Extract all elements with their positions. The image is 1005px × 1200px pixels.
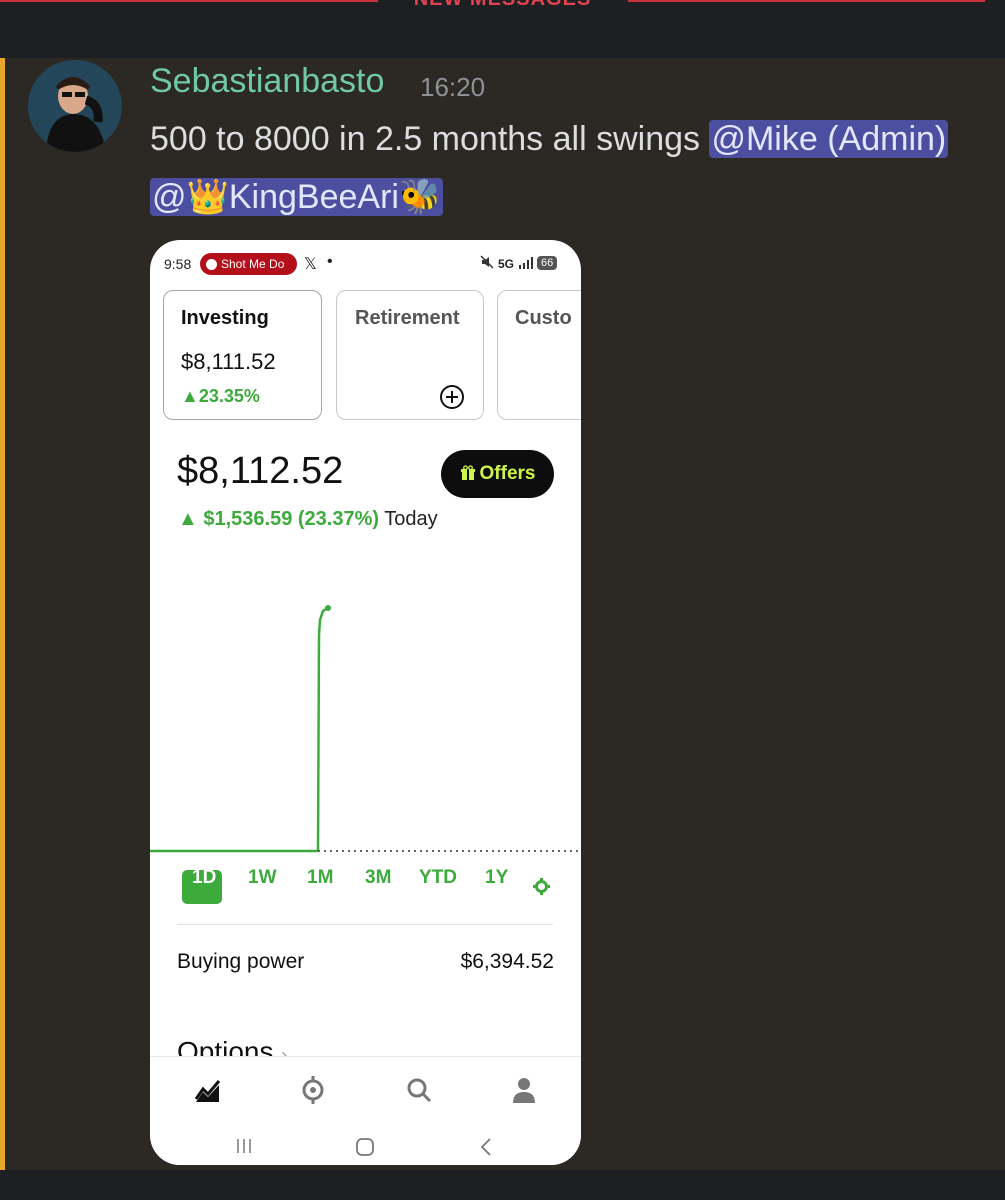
new-messages-banner: NEW MESSAGES xyxy=(0,0,1005,58)
account-card-retirement[interactable]: Retirement xyxy=(336,290,484,420)
status-dot: • xyxy=(327,253,333,270)
portfolio-change: ▲ $1,536.59 (23.37%) Today xyxy=(178,508,438,531)
mention-highlight-bar xyxy=(0,58,5,1170)
back-button-icon[interactable] xyxy=(479,1137,493,1162)
account-card-custodial[interactable]: Custo xyxy=(497,290,581,420)
account-card-title: Retirement xyxy=(355,307,460,329)
mute-icon xyxy=(480,255,494,272)
bottom-strip xyxy=(0,1170,1005,1200)
offers-label: Offers xyxy=(479,463,536,484)
record-icon xyxy=(206,259,217,271)
username[interactable]: Sebastianbasto xyxy=(150,62,384,101)
phone-status-bar: 9:58 Shot Me Do 𝕏 • 5G 66 xyxy=(150,240,581,288)
crypto-icon[interactable] xyxy=(300,1076,326,1109)
message-body: 500 to 8000 in 2.5 months all swings xyxy=(150,120,701,158)
change-period: Today xyxy=(384,508,438,530)
chart-settings-gear-icon[interactable] xyxy=(533,878,550,900)
gift-icon xyxy=(460,452,476,500)
buying-power-value: $6,394.52 xyxy=(460,950,554,973)
battery-indicator: 66 xyxy=(537,256,558,270)
portfolio-value: $8,112.52 xyxy=(177,450,344,492)
status-time: 9:58 xyxy=(164,256,192,272)
offers-button[interactable]: Offers xyxy=(441,450,554,498)
attached-screenshot[interactable]: 9:58 Shot Me Do 𝕏 • 5G 66 Investing $8,1… xyxy=(150,240,581,1165)
account-card-title: Investing xyxy=(181,307,269,329)
account-icon[interactable] xyxy=(511,1076,537,1109)
message-timestamp: 16:20 xyxy=(420,72,486,102)
chart-current-point xyxy=(325,605,331,611)
signal-label: 5G xyxy=(498,257,515,271)
signal-bars-icon xyxy=(518,256,534,272)
mention-mike[interactable]: @Mike (Admin) xyxy=(709,120,949,158)
search-icon[interactable] xyxy=(406,1077,432,1108)
buying-power-label[interactable]: Buying power xyxy=(177,950,304,974)
range-1m[interactable]: 1M xyxy=(307,867,333,889)
portfolio-chart[interactable] xyxy=(150,595,581,865)
bottom-tab-bar xyxy=(150,1056,581,1165)
add-circle-icon[interactable] xyxy=(439,384,465,415)
notification-pill-text: Shot Me Do xyxy=(221,257,285,271)
range-1w[interactable]: 1W xyxy=(248,867,277,889)
change-amount: ▲ $1,536.59 (23.37%) xyxy=(178,508,380,530)
avatar[interactable] xyxy=(28,60,122,152)
account-card-change: ▲23.35% xyxy=(181,386,260,406)
chart-line-spike xyxy=(316,606,329,852)
account-card-investing[interactable]: Investing $8,111.52 ▲23.35% xyxy=(163,290,322,420)
investing-chart-icon[interactable] xyxy=(194,1077,221,1108)
account-card-title: Custo xyxy=(515,307,572,329)
recent-apps-icon[interactable] xyxy=(235,1137,253,1160)
range-ytd[interactable]: YTD xyxy=(419,867,457,889)
mention-kingbeeari[interactable]: @👑KingBeeAri🐝 xyxy=(150,178,444,216)
range-1y[interactable]: 1Y xyxy=(485,867,508,889)
range-3m[interactable]: 3M xyxy=(365,867,391,889)
range-1d[interactable]: 1D xyxy=(192,867,216,889)
x-app-icon: 𝕏 xyxy=(304,256,317,273)
notification-pill: Shot Me Do xyxy=(200,253,297,275)
new-messages-label: NEW MESSAGES xyxy=(0,0,1005,11)
account-card-value: $8,111.52 xyxy=(181,349,276,374)
message-text: 500 to 8000 in 2.5 months all swings @Mi… xyxy=(150,110,970,226)
home-button-icon[interactable] xyxy=(355,1137,375,1162)
divider xyxy=(177,924,553,925)
